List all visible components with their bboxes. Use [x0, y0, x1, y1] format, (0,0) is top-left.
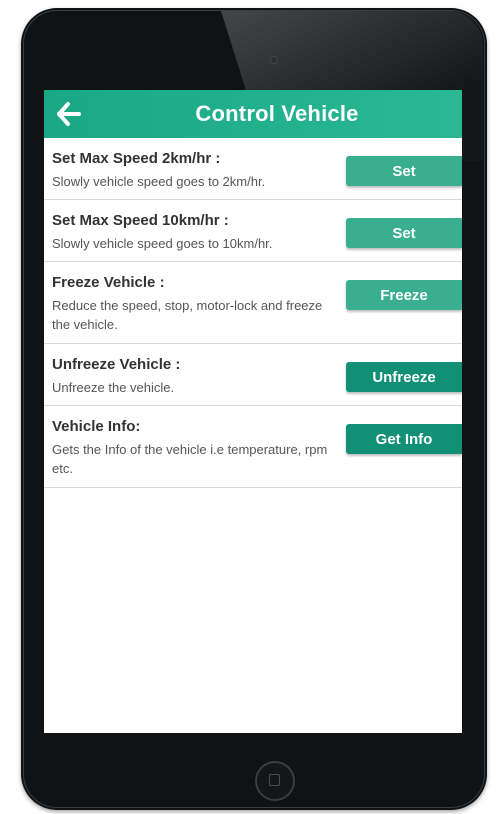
list-item: Vehicle Info: Gets the Info of the vehic…: [44, 406, 462, 488]
row-title: Freeze Vehicle :: [52, 274, 165, 291]
home-button[interactable]: [255, 761, 295, 801]
page-title: Control Vehicle: [195, 101, 359, 126]
app-screen: Control Vehicle Set Max Speed 2km/hr : S…: [44, 90, 462, 733]
list-item: Unfreeze Vehicle : Unfreeze the vehicle.…: [44, 344, 462, 406]
list-item: Freeze Vehicle : Reduce the speed, stop,…: [44, 262, 462, 344]
row-description: Unfreeze the vehicle.: [52, 380, 175, 395]
row-title: Vehicle Info:: [52, 418, 141, 435]
row-title: Unfreeze Vehicle :: [52, 356, 181, 373]
unfreeze-button[interactable]: Unfreeze: [346, 362, 462, 392]
control-list: Set Max Speed 2km/hr : Slowly vehicle sp…: [44, 138, 462, 488]
get-info-button[interactable]: Get Info: [346, 424, 462, 454]
home-icon: [269, 774, 280, 786]
list-item: Set Max Speed 2km/hr : Slowly vehicle sp…: [44, 138, 462, 200]
set-2kmh-button[interactable]: Set: [346, 156, 462, 186]
row-description: Reduce the speed, stop, motor-lock and f…: [52, 298, 323, 332]
row-title: Set Max Speed 2km/hr :: [52, 150, 221, 167]
row-description: Slowly vehicle speed goes to 10km/hr.: [52, 236, 273, 251]
camera-icon: [270, 56, 278, 64]
freeze-button[interactable]: Freeze: [346, 280, 462, 310]
row-description: Slowly vehicle speed goes to 2km/hr.: [52, 174, 266, 189]
list-item: Set Max Speed 10km/hr : Slowly vehicle s…: [44, 200, 462, 262]
app-bar: Control Vehicle: [44, 90, 462, 138]
row-title: Set Max Speed 10km/hr :: [52, 212, 229, 229]
set-10kmh-button[interactable]: Set: [346, 218, 462, 248]
row-description: Gets the Info of the vehicle i.e tempera…: [52, 442, 328, 476]
